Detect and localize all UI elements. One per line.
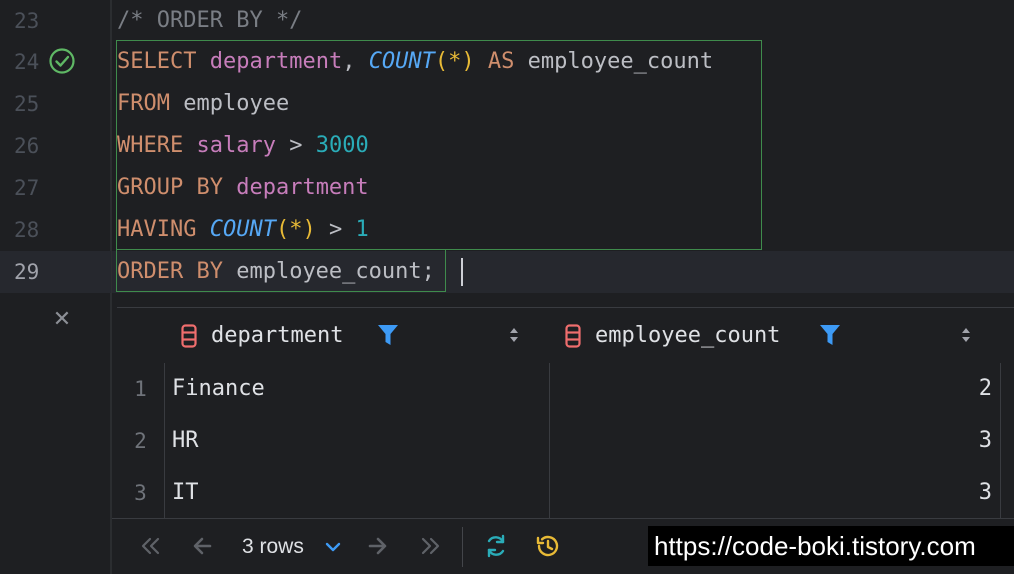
cell-department[interactable]: HR bbox=[172, 415, 199, 467]
sql-column: department bbox=[236, 175, 369, 200]
table-row[interactable]: 2 HR 3 bbox=[117, 415, 1014, 467]
sql-column: department bbox=[209, 49, 343, 74]
cell-department[interactable]: IT bbox=[172, 467, 199, 519]
sql-keyword: GROUP BY bbox=[117, 175, 223, 200]
code-text: /* ORDER BY */ bbox=[117, 0, 302, 42]
cell-employee-count[interactable]: 2 bbox=[979, 363, 992, 415]
editor-line-28[interactable]: 28 HAVING COUNT(*) > 1 bbox=[0, 209, 1014, 251]
previous-page-icon[interactable] bbox=[190, 533, 216, 559]
cell-employee-count[interactable]: 3 bbox=[979, 467, 992, 519]
sql-keyword: WHERE bbox=[117, 133, 184, 158]
sql-keyword: AS bbox=[487, 49, 515, 74]
sql-keyword: FROM bbox=[117, 91, 170, 116]
row-count-label: 3 rows bbox=[242, 535, 304, 558]
column-label: employee_count bbox=[595, 323, 781, 348]
sql-operator: > bbox=[275, 133, 316, 158]
sql-paren: (*) bbox=[275, 217, 316, 242]
cell-department[interactable]: Finance bbox=[172, 363, 265, 415]
last-page-icon[interactable] bbox=[417, 533, 443, 559]
toolbar-separator bbox=[462, 527, 463, 567]
history-icon[interactable] bbox=[534, 533, 560, 559]
code-text: WHERE salary > 3000 bbox=[117, 125, 369, 167]
watermark: https://code-boki.tistory.com bbox=[648, 526, 1014, 566]
column-label: department bbox=[211, 323, 344, 348]
column-header-employee-count[interactable]: employee_count bbox=[565, 308, 780, 363]
line-number: 29 bbox=[14, 260, 40, 284]
line-number: 28 bbox=[14, 218, 40, 242]
results-header: department employee_count bbox=[117, 308, 1014, 363]
editor-line-23[interactable]: 23 /* ORDER BY */ bbox=[0, 0, 1014, 42]
row-number: 3 bbox=[134, 481, 147, 505]
sql-space bbox=[475, 49, 488, 74]
chevron-down-icon[interactable] bbox=[322, 536, 344, 558]
check-circle-icon[interactable] bbox=[48, 47, 76, 75]
editor-line-24[interactable]: 24 SELECT department, COUNT(*) AS employ… bbox=[0, 41, 1014, 83]
table-row[interactable]: 3 IT 3 bbox=[117, 467, 1014, 519]
sql-punct: , bbox=[342, 49, 369, 74]
sql-keyword: SELECT bbox=[117, 49, 197, 74]
line-number: 25 bbox=[14, 92, 40, 116]
results-rows: 1 Finance 2 2 HR 3 3 IT 3 bbox=[117, 363, 1014, 519]
refresh-icon[interactable] bbox=[483, 533, 509, 559]
sql-column: employee_count; bbox=[222, 259, 435, 284]
filter-icon[interactable] bbox=[819, 323, 841, 347]
sql-space bbox=[196, 217, 209, 242]
editor-line-27[interactable]: 27 GROUP BY department bbox=[0, 167, 1014, 209]
sql-operator: > bbox=[315, 217, 356, 242]
close-icon[interactable]: ✕ bbox=[52, 308, 72, 332]
cell-employee-count[interactable]: 3 bbox=[979, 415, 992, 467]
sort-icon[interactable] bbox=[959, 325, 973, 345]
table-row[interactable]: 1 Finance 2 bbox=[117, 363, 1014, 415]
line-number: 23 bbox=[14, 9, 40, 33]
sql-function: COUNT bbox=[368, 49, 435, 74]
row-count-selector[interactable]: 3 rows bbox=[242, 519, 304, 574]
sql-keyword: HAVING bbox=[117, 217, 197, 242]
results-grid: department employee_count 1 Finance 2 2 … bbox=[117, 307, 1014, 519]
code-text: SELECT department, COUNT(*) AS employee_… bbox=[117, 41, 713, 83]
code-text: ORDER BY employee_count; bbox=[117, 251, 435, 293]
editor-line-26[interactable]: 26 WHERE salary > 3000 bbox=[0, 125, 1014, 167]
sql-keyword: ORDER BY bbox=[117, 259, 223, 284]
first-page-icon[interactable] bbox=[138, 533, 164, 559]
sql-function: COUNT bbox=[209, 217, 276, 242]
editor-line-25[interactable]: 25 FROM employee bbox=[0, 83, 1014, 125]
database-column-icon bbox=[565, 323, 581, 348]
sql-comment: /* ORDER BY */ bbox=[117, 8, 303, 33]
sql-column: salary bbox=[196, 133, 276, 158]
sort-icon[interactable] bbox=[507, 325, 521, 345]
row-number: 1 bbox=[134, 377, 147, 401]
column-header-department[interactable]: department bbox=[181, 308, 343, 363]
row-number: 2 bbox=[134, 429, 147, 453]
sql-alias: employee_count bbox=[514, 49, 714, 74]
database-column-icon bbox=[181, 323, 197, 348]
gutter-divider bbox=[111, 0, 112, 574]
code-text: FROM employee bbox=[117, 83, 289, 125]
code-text: HAVING COUNT(*) > 1 bbox=[117, 209, 369, 251]
next-page-icon[interactable] bbox=[364, 533, 390, 559]
editor-line-29[interactable]: 29 ORDER BY employee_count; bbox=[0, 251, 1014, 293]
sql-number: 3000 bbox=[315, 133, 369, 158]
sql-space bbox=[223, 175, 236, 200]
sql-number: 1 bbox=[355, 217, 369, 242]
filter-icon[interactable] bbox=[377, 323, 399, 347]
line-number: 24 bbox=[14, 50, 40, 74]
line-number: 26 bbox=[14, 134, 40, 158]
line-number: 27 bbox=[14, 176, 40, 200]
code-text: GROUP BY department bbox=[117, 167, 369, 209]
sql-paren: (*) bbox=[434, 49, 475, 74]
text-caret bbox=[461, 258, 463, 286]
sql-space bbox=[183, 133, 196, 158]
sql-table: employee bbox=[169, 91, 290, 116]
